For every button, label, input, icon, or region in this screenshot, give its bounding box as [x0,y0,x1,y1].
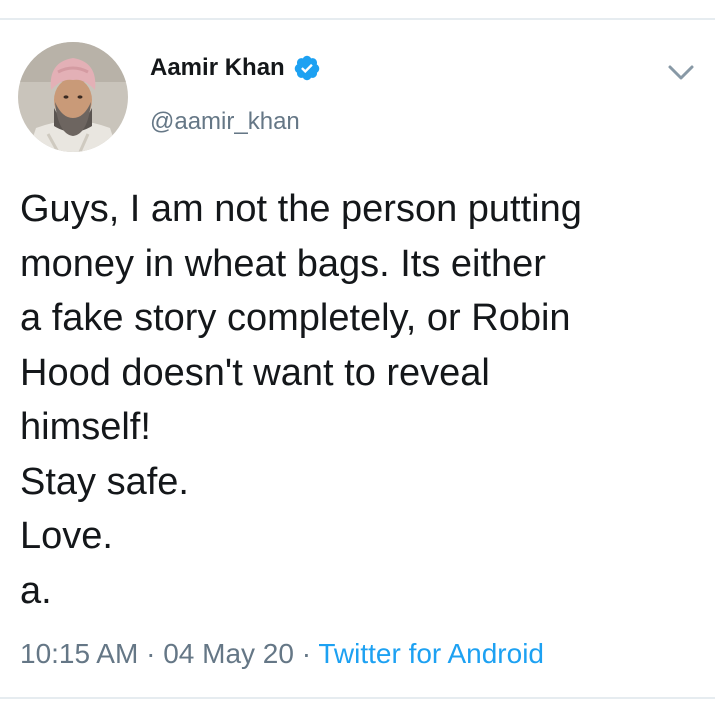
tweet-date[interactable]: 04 May 20 [163,638,294,669]
profile-photo-icon [18,42,128,152]
tweet-meta: 10:15 AM · 04 May 20 · Twitter for Andro… [20,638,544,670]
tweet-card: Aamir Khan @aamir_khan Guys, I am not th… [0,0,715,715]
name-row: Aamir Khan [150,50,321,86]
separator: · [301,638,312,669]
author-info: Aamir Khan @aamir_khan [150,50,321,136]
chevron-down-icon[interactable] [665,60,697,84]
bottom-divider [0,697,715,699]
avatar[interactable] [18,42,128,152]
separator: · [146,638,156,669]
handle[interactable]: @aamir_khan [150,108,321,136]
display-name[interactable]: Aamir Khan [150,54,285,82]
tweet-text: Guys, I am not the person putting money … [20,188,582,612]
tweet-time[interactable]: 10:15 AM [20,638,138,669]
tweet-source-link[interactable]: Twitter for Android [318,638,544,669]
top-divider [0,18,715,20]
verified-badge-icon [293,54,321,82]
